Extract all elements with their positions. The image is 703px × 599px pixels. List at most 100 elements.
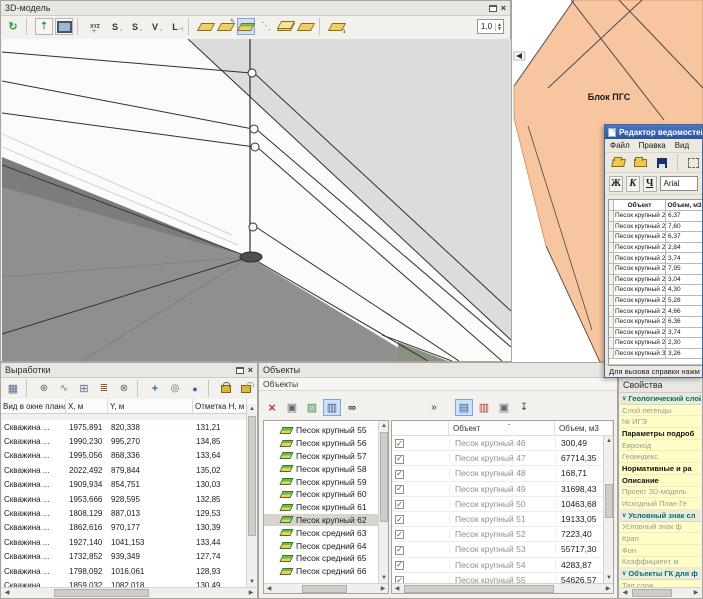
property-row[interactable]: Исходный План Ге xyxy=(620,498,701,510)
cabinet-icon[interactable] xyxy=(475,399,493,416)
properties-hscrollbar[interactable]: ◀ ▶ xyxy=(620,587,701,597)
display-icon[interactable] xyxy=(55,18,73,35)
menu-item[interactable]: Файл xyxy=(610,141,630,150)
scroll-up-icon[interactable]: ▲ xyxy=(247,404,257,414)
borehole-row[interactable]: Скважина ... 2022,492 879,844 135,02 xyxy=(2,463,248,477)
scroll-left-icon[interactable]: ◀ xyxy=(620,588,630,598)
borehole-row[interactable]: Скважина ... 1990,230 995,270 134,85 xyxy=(2,434,248,448)
report-row[interactable]: Песок крупный 2 6,37 xyxy=(609,211,703,222)
copy-page-icon[interactable] xyxy=(283,399,301,416)
object-row[interactable]: Песок крупный 54 4283,87 xyxy=(392,558,603,573)
scroll-up-icon[interactable]: ▲ xyxy=(379,421,389,431)
list-vscrollbar[interactable]: ▲ ▼ xyxy=(378,421,388,583)
refresh-icon[interactable] xyxy=(4,18,22,35)
scroll-down-icon[interactable]: ▼ xyxy=(604,573,614,583)
report-row[interactable]: Песок крупный 2 4,30 xyxy=(609,285,703,296)
col-object[interactable]: Объект ˆ xyxy=(449,421,555,435)
property-row[interactable]: Нормативные и ра xyxy=(620,463,701,475)
row-checkbox[interactable] xyxy=(395,470,404,479)
report-row[interactable]: Песок крупный 2 2,84 xyxy=(609,243,703,254)
report-row[interactable]: Песок крупный 2 3,74 xyxy=(609,328,703,339)
property-row[interactable]: Фон xyxy=(620,545,701,557)
slab-export-icon[interactable] xyxy=(328,18,346,35)
points-icon[interactable] xyxy=(257,18,275,35)
curve-edit-icon[interactable] xyxy=(55,380,73,397)
property-row[interactable]: Геологический слой xyxy=(620,393,701,405)
property-row[interactable]: Коэффициент м xyxy=(620,557,701,569)
list-item[interactable]: Песок крупный 59 xyxy=(264,475,379,488)
object-row[interactable]: Песок крупный 47 67714,35 xyxy=(392,451,603,466)
list-item[interactable]: Песок крупный 60 xyxy=(264,488,379,501)
l-measure-icon[interactable] xyxy=(166,18,184,35)
slab-active-icon[interactable] xyxy=(237,18,255,35)
object-row[interactable]: Песок крупный 52 7223,40 xyxy=(392,527,603,542)
row-checkbox[interactable] xyxy=(395,561,404,570)
palette-icon[interactable] xyxy=(303,399,321,416)
delete-x-icon[interactable] xyxy=(263,399,281,416)
report-row[interactable]: Песок крупный 3 3,26 xyxy=(609,349,703,360)
object-row[interactable]: Песок крупный 49 31698,43 xyxy=(392,482,603,497)
report-row[interactable]: Песок крупный 2 6,37 xyxy=(609,232,703,243)
borehole-row[interactable]: Скважина ... 1859,032 1082,018 130,49 xyxy=(2,578,248,587)
row-checkbox[interactable] xyxy=(395,546,404,555)
property-row[interactable]: Еврокод xyxy=(620,440,701,452)
s-square-icon[interactable] xyxy=(126,18,144,35)
xyz-icon[interactable] xyxy=(86,18,104,35)
property-row[interactable]: Условный знак сл xyxy=(620,510,701,522)
float-panel-icon[interactable] xyxy=(489,5,497,12)
property-row[interactable]: № ИГЭ xyxy=(620,416,701,428)
menu-item[interactable]: Правка xyxy=(639,141,666,150)
scroll-right-icon[interactable]: ▶ xyxy=(246,588,256,598)
list-item[interactable]: Песок крупный 62 xyxy=(264,514,379,527)
scroll-right-icon[interactable]: ▶ xyxy=(378,584,388,594)
close-panel-icon[interactable]: × xyxy=(501,5,506,12)
object-row[interactable]: Песок крупный 48 168,71 xyxy=(392,466,603,481)
list-item[interactable]: Песок крупный 58 xyxy=(264,462,379,475)
col-plan-view[interactable]: Вид в окне плана xyxy=(1,399,66,413)
property-row[interactable]: Параметры подроб xyxy=(620,428,701,440)
property-row[interactable]: Крап xyxy=(620,533,701,545)
report-row[interactable]: Песок крупный 2 5,28 xyxy=(609,296,703,307)
borehole-row[interactable]: Скважина ... 1732,852 939,349 127,74 xyxy=(2,550,248,564)
col-h[interactable]: Отметка H, м xyxy=(193,399,247,413)
move-pts-icon[interactable] xyxy=(146,380,164,397)
property-row[interactable]: Проект 3D-модель xyxy=(620,487,701,499)
row-checkbox[interactable] xyxy=(395,515,404,524)
underline-button[interactable]: Ч xyxy=(643,176,657,192)
row-checkbox[interactable] xyxy=(395,500,404,509)
slab-edit-icon[interactable] xyxy=(217,18,235,35)
table-vscrollbar[interactable]: ▲ ▼ xyxy=(603,436,613,583)
binoculars-icon[interactable] xyxy=(343,399,361,416)
scroll-left-icon[interactable]: ◀ xyxy=(392,584,402,594)
import-model-icon[interactable] xyxy=(35,18,53,35)
copy-page2-icon[interactable] xyxy=(495,399,513,416)
col-y[interactable]: Y, м xyxy=(108,399,193,413)
list-item[interactable]: Песок крупный 57 xyxy=(264,450,379,463)
close-panel-icon[interactable]: × xyxy=(248,367,253,374)
borehole-row[interactable]: Скважина ... 1995,056 868,336 133,64 xyxy=(2,449,248,463)
export-box-icon[interactable] xyxy=(515,399,533,416)
new-file-icon[interactable] xyxy=(631,154,649,171)
paint-pt-icon[interactable] xyxy=(186,380,204,397)
3d-viewport[interactable] xyxy=(2,39,509,360)
borehole-row[interactable]: Скважина ... 1798,092 1016,061 128,93 xyxy=(2,564,248,578)
row-checkbox[interactable] xyxy=(395,576,404,583)
slab-icon[interactable] xyxy=(197,18,215,35)
save-icon[interactable] xyxy=(653,154,671,171)
scroll-down-icon[interactable]: ▼ xyxy=(379,573,389,583)
borehole-row[interactable]: Скважина ... 1975,891 820,338 131,21 xyxy=(2,420,248,434)
depth-spinner[interactable]: 1,0 ▲▼ xyxy=(477,19,504,34)
bold-button[interactable]: Ж xyxy=(609,176,623,192)
open-file-icon[interactable] xyxy=(609,154,627,171)
scroll-left-icon[interactable]: ◀ xyxy=(2,588,12,598)
list-item[interactable]: Песок крупный 61 xyxy=(264,501,379,514)
object-row[interactable]: Песок крупный 46 300,49 xyxy=(392,436,603,451)
object-row[interactable]: Песок крупный 51 19133,05 xyxy=(392,512,603,527)
borehole-row[interactable]: Скважина ... 1927,140 1041,153 133,44 xyxy=(2,535,248,549)
list-item[interactable]: Песок средний 65 xyxy=(264,552,379,565)
col-volume[interactable]: Объем, м3 xyxy=(555,421,613,435)
scroll-left-icon[interactable]: ◀ xyxy=(264,584,274,594)
property-row[interactable]: Объекты ГК для ф xyxy=(620,568,701,580)
italic-button[interactable]: К xyxy=(626,176,640,192)
report-row[interactable]: Песок крупный 2 3,04 xyxy=(609,275,703,286)
